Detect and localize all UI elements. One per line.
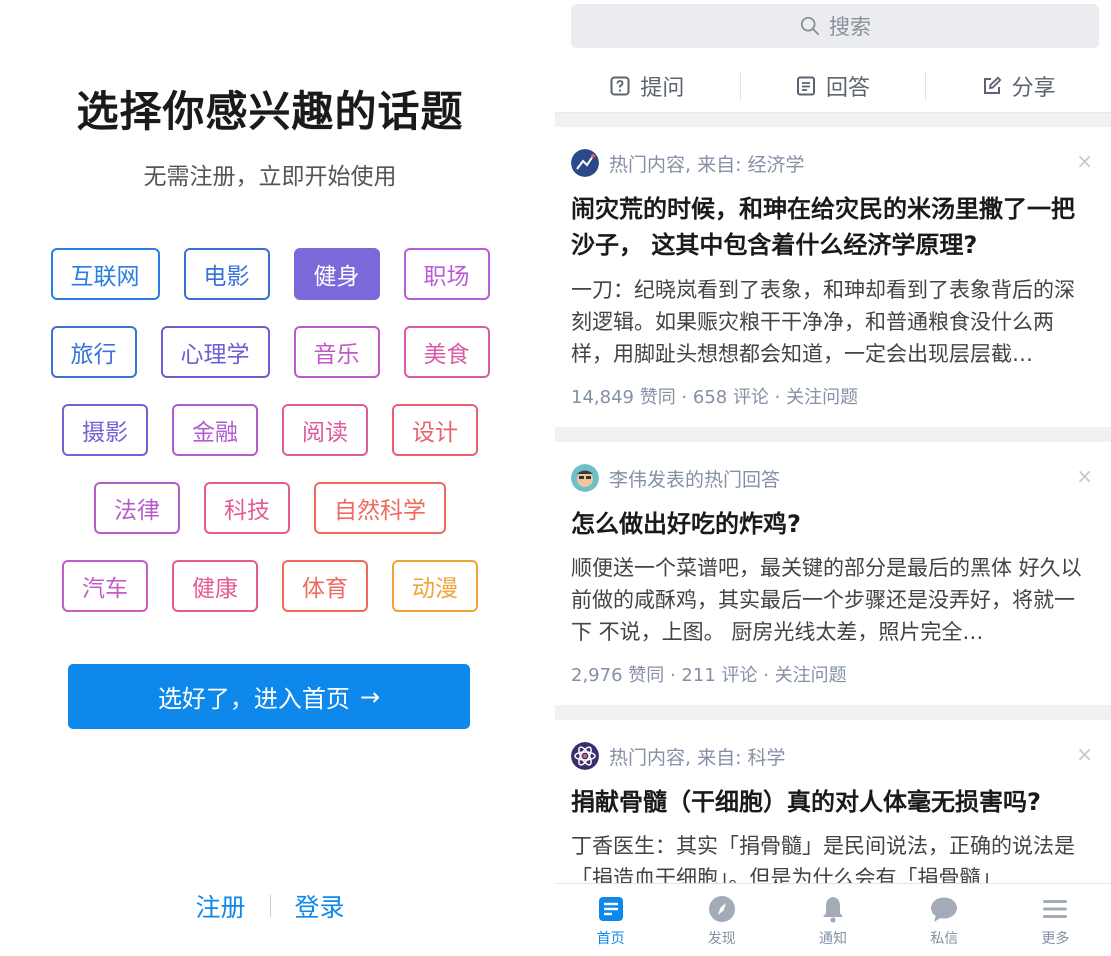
topic-chip[interactable]: 金融 xyxy=(172,404,258,456)
arrow-right-icon: → xyxy=(359,682,381,711)
topic-chip[interactable]: 互联网 xyxy=(50,248,160,300)
enter-home-label: 选好了，进入首页 xyxy=(157,685,350,713)
page-title: 选择你感兴趣的话题 xyxy=(76,87,464,136)
topic-chip[interactable]: 健康 xyxy=(172,560,258,612)
topic-row: 法律 科技 自然科学 xyxy=(0,482,540,534)
economics-topic-icon xyxy=(571,149,599,177)
card-source-text: 李伟发表的热门回答 xyxy=(609,468,781,491)
card-excerpt[interactable]: 丁香医生：其实「捐骨髓」是民间说法，正确的说法是「捐造血干细胞」。但是为什么会有… xyxy=(571,830,1095,883)
bell-icon xyxy=(823,896,843,923)
card-source-text: 热门内容, 来自: 经济学 xyxy=(609,153,805,176)
card-excerpt[interactable]: 一刀：纪晓岚看到了表象，和珅却看到了表象背后的深刻逻辑。如果赈灾粮干干净净，和普… xyxy=(571,274,1095,370)
feed-panel: 搜索 提问 回答 分享 热门内容, 来自: 经济学 × 闹灾荒的时候，和珅在给灾… xyxy=(555,0,1111,956)
close-icon[interactable]: × xyxy=(1076,464,1093,488)
feed-card[interactable]: 热门内容, 来自: 经济学 × 闹灾荒的时候，和珅在给灾民的米汤里撒了一把沙子，… xyxy=(555,127,1111,427)
avatar xyxy=(571,464,599,492)
action-bar: 提问 回答 分享 xyxy=(555,60,1111,113)
login-link[interactable]: 登录 xyxy=(295,888,345,924)
share-pen-icon xyxy=(983,76,1002,94)
topic-chip[interactable]: 音乐 xyxy=(293,326,380,378)
close-icon[interactable]: × xyxy=(1076,149,1093,173)
topic-chip[interactable]: 动漫 xyxy=(392,560,478,612)
card-title[interactable]: 闹灾荒的时候，和珅在给灾民的米汤里撒了一把沙子， 这其中包含着什么经济学原理? xyxy=(571,191,1095,263)
topic-chip[interactable]: 汽车 xyxy=(62,560,148,612)
tab-home-label: 首页 xyxy=(596,930,625,947)
topic-chip[interactable]: 自然科学 xyxy=(314,482,446,534)
topic-chip[interactable]: 旅行 xyxy=(50,326,137,378)
topic-chip[interactable]: 心理学 xyxy=(160,326,270,378)
topic-chip[interactable]: 设计 xyxy=(392,404,478,456)
card-source: 李伟发表的热门回答 xyxy=(571,464,780,492)
auth-divider xyxy=(269,895,271,917)
science-topic-icon xyxy=(571,742,599,770)
card-source: 热门内容, 来自: 经济学 xyxy=(571,149,805,177)
answer-doc-icon xyxy=(797,76,815,96)
card-title[interactable]: 怎么做出好吃的炸鸡? xyxy=(571,506,1095,542)
answer-button[interactable]: 回答 xyxy=(741,70,926,102)
question-box-icon xyxy=(610,76,630,96)
card-meta: 2,976 赞同 · 211 评论 · 关注问题 xyxy=(571,665,847,686)
topic-chip[interactable]: 阅读 xyxy=(282,404,368,456)
topic-chip[interactable]: 电影 xyxy=(183,248,270,300)
answer-label: 回答 xyxy=(826,76,871,101)
topic-chip[interactable]: 摄影 xyxy=(62,404,148,456)
register-link[interactable]: 注册 xyxy=(195,888,245,924)
share-button[interactable]: 分享 xyxy=(926,70,1111,102)
topic-chip[interactable]: 美食 xyxy=(403,326,490,378)
search-input[interactable]: 搜索 xyxy=(571,4,1099,48)
tab-home[interactable]: 首页 xyxy=(555,884,666,956)
home-icon xyxy=(598,896,623,921)
topic-chip[interactable]: 健身 xyxy=(293,248,380,300)
screen: 选择你感兴趣的话题 无需注册，立即开始使用 互联网 电影 健身 职场 旅行 心理学 音乐 美食… xyxy=(0,0,1111,956)
chat-icon xyxy=(931,897,958,922)
share-label: 分享 xyxy=(1011,76,1056,101)
topic-chip[interactable]: 体育 xyxy=(282,560,368,612)
enter-home-button[interactable]: 选好了，进入首页 → xyxy=(68,664,470,729)
topic-row: 互联网 电影 健身 职场 xyxy=(0,248,540,300)
tab-messages[interactable]: 私信 xyxy=(889,884,1000,956)
tab-more[interactable]: 更多 xyxy=(1000,884,1111,956)
card-title[interactable]: 捐献骨髓（干细胞）真的对人体毫无损害吗? xyxy=(571,784,1095,820)
topic-chip[interactable]: 法律 xyxy=(94,482,180,534)
card-source-text: 热门内容, 来自: 科学 xyxy=(609,746,786,769)
search-placeholder: 搜索 xyxy=(829,15,871,39)
topic-selection-panel: 选择你感兴趣的话题 无需注册，立即开始使用 互联网 电影 健身 职场 旅行 心理学 音乐 美食… xyxy=(0,0,540,956)
compass-icon xyxy=(708,895,735,922)
card-excerpt[interactable]: 顺便送一个菜谱吧，最关键的部分是最后的黑体 好久以前做的咸酥鸡，其实最后一个步骤… xyxy=(571,552,1095,648)
topic-row: 汽车 健康 体育 动漫 xyxy=(0,560,540,612)
ask-button[interactable]: 提问 xyxy=(555,70,740,102)
close-icon[interactable]: × xyxy=(1076,742,1093,766)
tab-notifications-label: 通知 xyxy=(819,930,847,947)
card-meta: 14,849 赞同 · 658 评论 · 关注问题 xyxy=(571,387,859,408)
tab-discover-label: 发现 xyxy=(707,930,736,947)
bottom-tab-bar: 首页 发现 通知 私信 更多 xyxy=(555,883,1111,956)
ask-label: 提问 xyxy=(640,76,685,101)
topic-row: 摄影 金融 阅读 设计 xyxy=(0,404,540,456)
topic-chip[interactable]: 职场 xyxy=(403,248,490,300)
auth-links: 注册 登录 xyxy=(0,888,540,924)
tab-messages-label: 私信 xyxy=(930,930,959,947)
page-subtitle: 无需注册，立即开始使用 xyxy=(143,164,397,190)
tab-more-label: 更多 xyxy=(1041,930,1070,947)
feed-card[interactable]: 热门内容, 来自: 科学 × 捐献骨髓（干细胞）真的对人体毫无损害吗? 丁香医生… xyxy=(555,720,1111,883)
tab-discover[interactable]: 发现 xyxy=(666,884,777,956)
card-source: 热门内容, 来自: 科学 xyxy=(571,742,786,770)
search-header: 搜索 xyxy=(555,0,1111,60)
topic-chip[interactable]: 科技 xyxy=(204,482,290,534)
topic-row: 旅行 心理学 音乐 美食 xyxy=(0,326,540,378)
topic-grid: 互联网 电影 健身 职场 旅行 心理学 音乐 美食 摄影 金融 阅读 设计 法律 科技 自然科学 汽车 健康 体育… xyxy=(0,248,540,638)
tab-notifications[interactable]: 通知 xyxy=(777,884,888,956)
search-icon xyxy=(800,16,820,36)
feed-card[interactable]: 李伟发表的热门回答 × 怎么做出好吃的炸鸡? 顺便送一个菜谱吧，最关键的部分是最… xyxy=(555,442,1111,705)
menu-icon xyxy=(1043,899,1068,918)
